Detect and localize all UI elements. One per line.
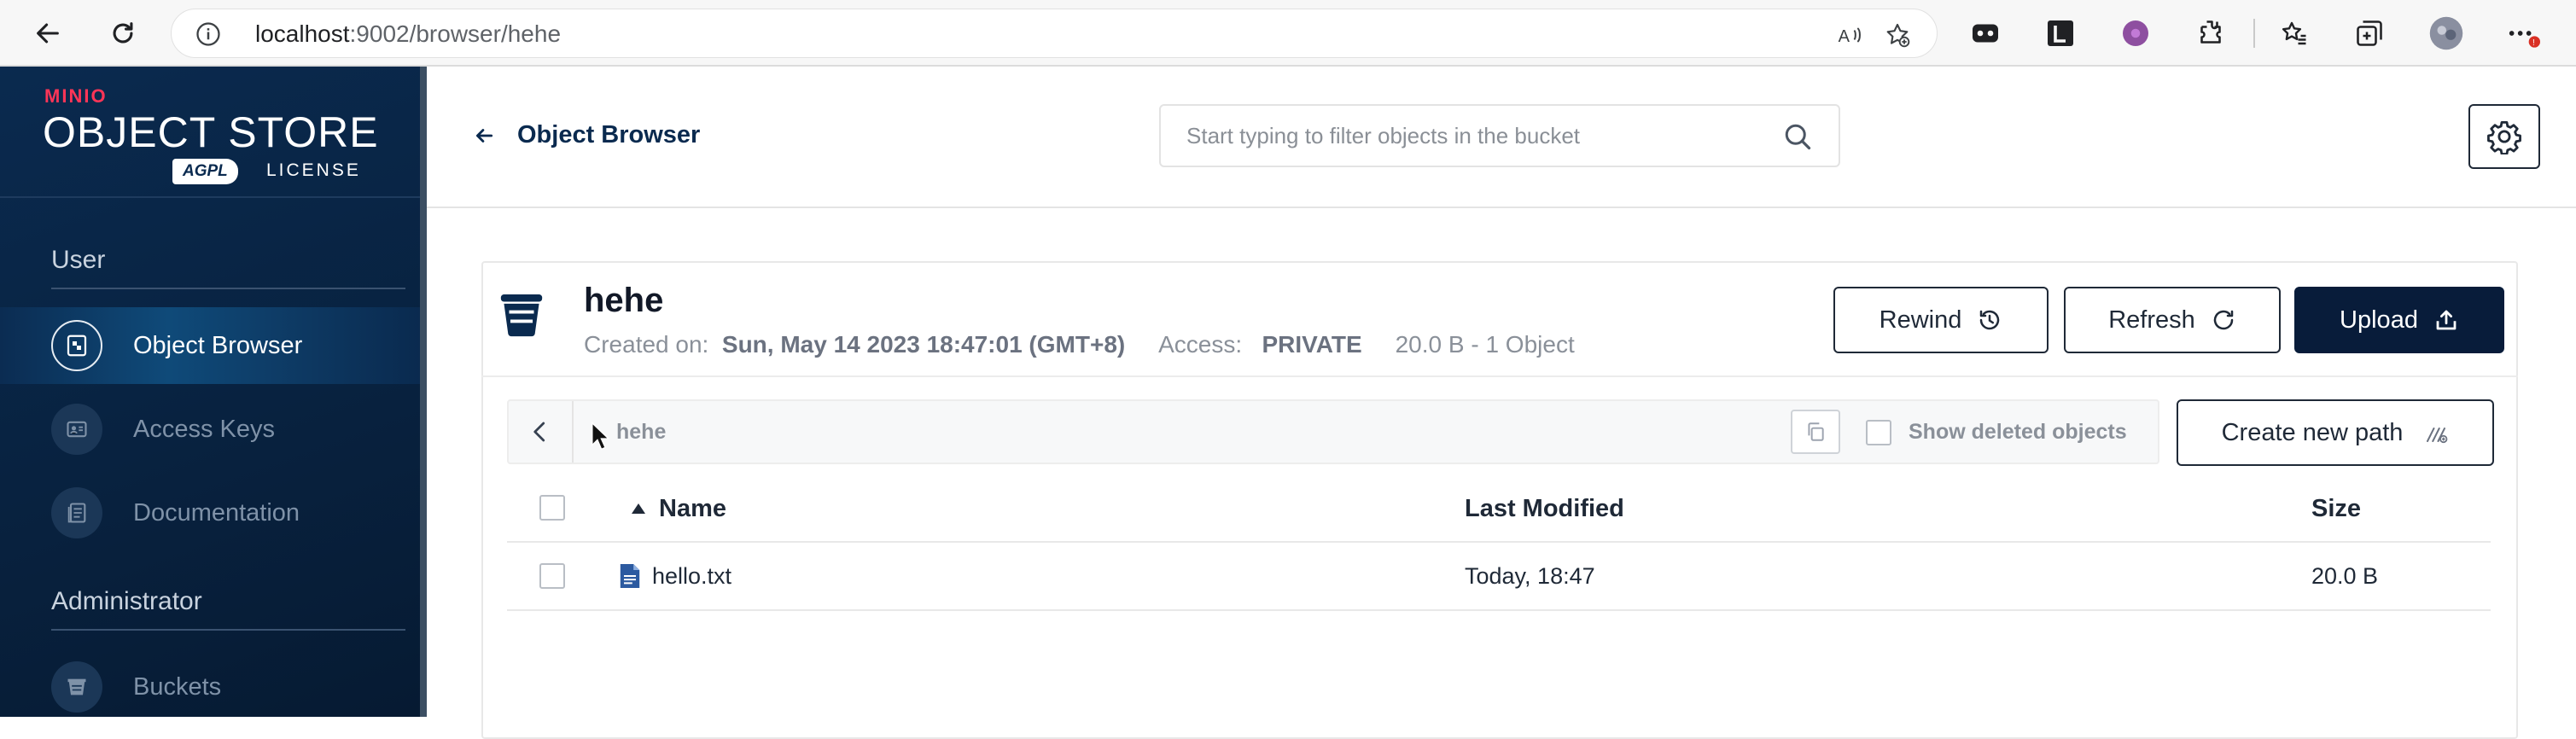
show-deleted-checkbox[interactable] — [1866, 420, 1891, 445]
sidebar-item-label: Buckets — [133, 672, 222, 701]
logo-brand-accent: IO — [84, 85, 108, 107]
back-link-label: Object Browser — [517, 121, 701, 148]
access-value: PRIVATE — [1262, 331, 1362, 358]
sidebar-item-object-browser[interactable]: Object Browser — [0, 307, 420, 384]
text-file-icon — [618, 562, 642, 591]
address-bar[interactable]: localhost:9002/browser/hehe A — [171, 9, 1938, 58]
breadcrumb-back-button[interactable] — [509, 401, 574, 463]
row-checkbox[interactable] — [539, 563, 565, 589]
table-row[interactable]: hello.txt Today, 18:47 20.0 B — [507, 543, 2491, 611]
sidebar-item-buckets[interactable]: Buckets — [0, 649, 420, 725]
settings-more-icon[interactable]: ! — [2505, 15, 2541, 51]
section-title-administrator: Administrator — [51, 587, 202, 615]
breadcrumb: hehe Show deleted objects — [507, 399, 2159, 464]
sidebar-item-label: Object Browser — [133, 331, 303, 359]
read-aloud-icon[interactable]: A — [1834, 20, 1865, 50]
url-text: localhost:9002/browser/hehe — [255, 9, 561, 59]
table-header: Name Last Modified Size — [507, 476, 2491, 543]
url-host: localhost — [255, 20, 350, 47]
sidebar-item-label: Documentation — [133, 498, 300, 527]
copy-icon — [1804, 421, 1827, 443]
rewind-button[interactable]: Rewind — [1833, 287, 2049, 353]
upload-label: Upload — [2340, 305, 2418, 334]
reload-icon[interactable] — [101, 11, 145, 55]
sidebar: MINIO OBJECT STORE AGPL LICENSE User Obj… — [0, 67, 427, 717]
new-path-icon — [2423, 420, 2449, 445]
column-header-last-modified[interactable]: Last Modified — [1465, 476, 1624, 541]
rewind-label: Rewind — [1879, 305, 1962, 334]
section-title-user: User — [51, 246, 106, 274]
url-path: :9002/browser/hehe — [349, 20, 562, 47]
bucket-meta: Created on: Sun, May 14 2023 18:47:01 (G… — [584, 331, 1575, 358]
search-icon[interactable] — [1782, 121, 1813, 152]
bucket-usage: 20.0 B - 1 Object — [1395, 331, 1575, 358]
refresh-label: Refresh — [2108, 305, 2195, 334]
buckets-icon — [51, 661, 102, 713]
sidebar-item-documentation[interactable]: Documentation — [0, 474, 420, 551]
favorites-icon[interactable] — [2276, 15, 2312, 51]
column-header-size[interactable]: Size — [2311, 476, 2361, 541]
card-divider — [481, 375, 2518, 377]
breadcrumb-path[interactable]: hehe — [616, 401, 666, 463]
bucket-icon — [497, 288, 546, 340]
svg-text:A: A — [1839, 27, 1850, 46]
sidebar-resize-handle[interactable] — [420, 67, 427, 717]
upload-button[interactable]: Upload — [2294, 287, 2504, 353]
section-underline — [51, 288, 405, 289]
file-last-modified: Today, 18:47 — [1465, 563, 1595, 589]
settings-button[interactable] — [2468, 104, 2540, 169]
profile-avatar-icon[interactable] — [2428, 15, 2464, 51]
create-new-path-button[interactable]: Create new path — [2177, 399, 2494, 466]
back-arrow-icon[interactable] — [26, 11, 70, 55]
chevron-left-icon — [527, 419, 553, 445]
svg-text:!: ! — [2532, 38, 2535, 48]
object-browser-icon — [51, 320, 102, 371]
browser-toolbar: localhost:9002/browser/hehe A ! — [0, 0, 2576, 67]
section-underline — [51, 629, 405, 631]
filter-objects-input[interactable] — [1186, 106, 1767, 166]
bucket-name: hehe — [584, 282, 664, 319]
copy-path-button[interactable] — [1791, 410, 1840, 454]
back-to-object-browser[interactable]: Object Browser — [473, 121, 700, 149]
mouse-cursor-icon — [591, 422, 609, 451]
collections-icon[interactable] — [2352, 15, 2387, 51]
extension-game-icon[interactable] — [1967, 15, 2003, 51]
sidebar-item-label: Access Keys — [133, 415, 275, 443]
logo-license: LICENSE — [266, 160, 361, 180]
site-info-icon[interactable] — [195, 21, 221, 47]
file-size: 20.0 B — [2311, 563, 2379, 589]
show-deleted-label[interactable]: Show deleted objects — [1909, 401, 2127, 463]
logo-agpl-badge: AGPL — [172, 159, 238, 184]
extension-letter-icon[interactable] — [2043, 15, 2078, 51]
logo-product: OBJECT STORE — [43, 108, 379, 156]
create-path-label: Create new path — [2221, 418, 2404, 446]
toolbar-separator — [2253, 19, 2255, 48]
sidebar-divider — [0, 196, 420, 198]
select-all-checkbox[interactable] — [539, 495, 565, 521]
column-header-name[interactable]: Name — [659, 476, 726, 541]
file-name[interactable]: hello.txt — [652, 543, 731, 609]
logo-brand-text: MIN — [44, 85, 85, 107]
filter-objects-box — [1159, 104, 1840, 167]
gear-icon — [2486, 119, 2522, 154]
created-label: Created on: — [584, 331, 709, 358]
extension-purple-icon[interactable] — [2118, 15, 2153, 51]
logo-brand: MINIO — [44, 85, 108, 108]
history-icon — [1977, 307, 2002, 333]
refresh-icon — [2211, 307, 2236, 333]
refresh-button[interactable]: Refresh — [2064, 287, 2281, 353]
sidebar-item-access-keys[interactable]: Access Keys — [0, 391, 420, 468]
documentation-icon — [51, 487, 102, 538]
access-keys-icon — [51, 404, 102, 455]
back-arrow-icon — [473, 125, 495, 147]
sort-ascending-icon[interactable] — [630, 502, 647, 515]
access-label: Access: — [1158, 331, 1243, 358]
created-value: Sun, May 14 2023 18:47:01 (GMT+8) — [721, 331, 1126, 358]
upload-icon — [2433, 307, 2459, 333]
favorite-add-icon[interactable] — [1882, 20, 1913, 50]
extensions-puzzle-icon[interactable] — [2193, 15, 2229, 51]
